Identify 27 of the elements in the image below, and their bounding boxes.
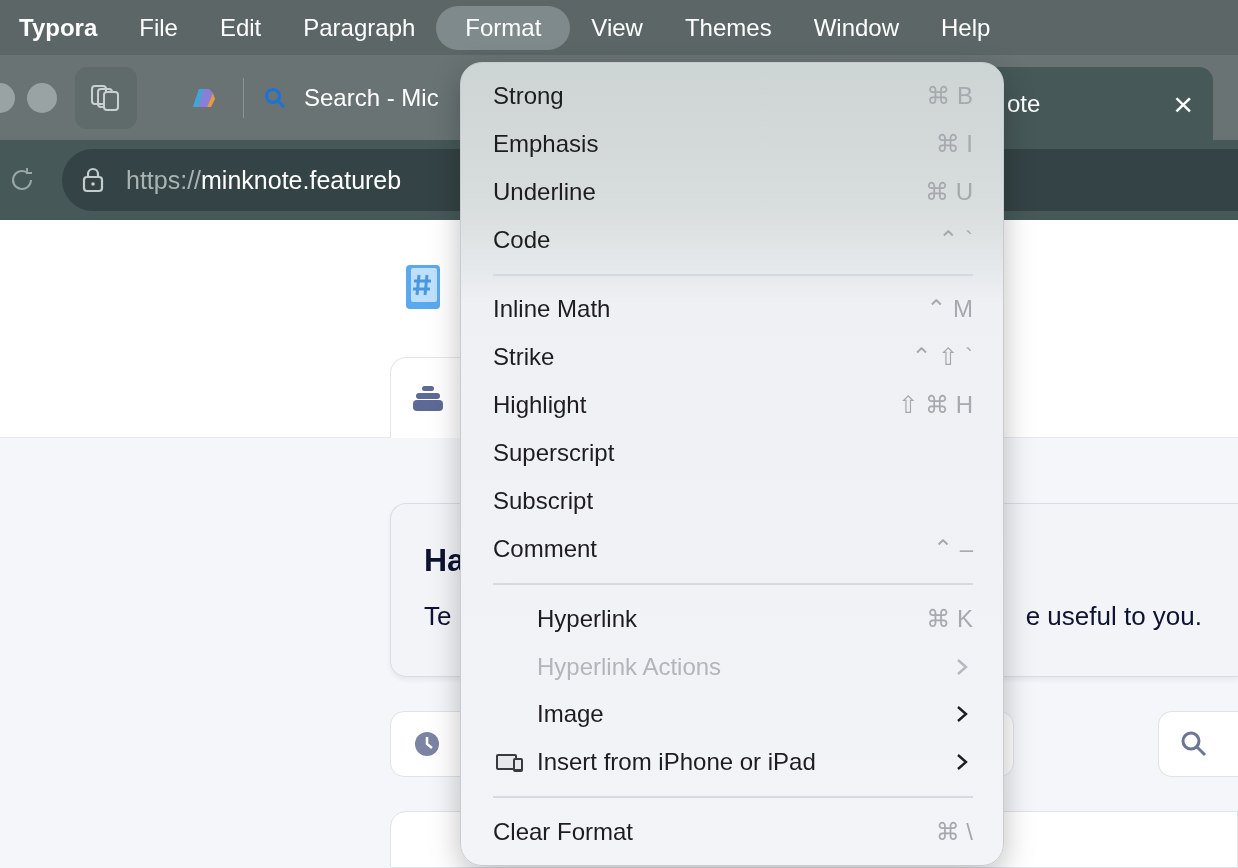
menu-item-label: Image bbox=[537, 700, 604, 729]
card-text: Te bbox=[424, 601, 452, 632]
card-text: e useful to you. bbox=[1025, 601, 1202, 632]
menu-item-label: Comment bbox=[493, 534, 598, 563]
menu-item-label: Hyperlink Actions bbox=[537, 652, 722, 681]
menu-item-label: Insert from iPhone or iPad bbox=[537, 748, 816, 777]
tab-title: Search - Mic bbox=[304, 83, 439, 112]
shortcut-text: ⌃ M bbox=[926, 295, 973, 324]
shortcut-text: ⌘ \ bbox=[935, 818, 973, 847]
menu-item-label: Underline bbox=[493, 177, 596, 206]
shortcut-text: ⇧ ⌘ H bbox=[898, 391, 973, 420]
menu-item-label: Inline Math bbox=[493, 295, 611, 324]
tab-title: ote bbox=[1007, 89, 1041, 118]
menu-item-label: Clear Format bbox=[493, 818, 634, 847]
shortcut-text: ⌃ ` bbox=[938, 225, 973, 254]
menu-item-label: Superscript bbox=[493, 439, 615, 468]
menu-item-label: Emphasis bbox=[493, 129, 599, 158]
menu-item-label: Hyperlink bbox=[537, 604, 638, 633]
menu-item-label: Strong bbox=[493, 81, 564, 110]
shortcut-text: ⌃ ⇧ ` bbox=[911, 343, 973, 372]
menu-item-label: Code bbox=[493, 225, 551, 254]
menu-item-label: Subscript bbox=[493, 486, 594, 515]
menu-item-label: Strike bbox=[493, 343, 555, 372]
shortcut-text: ⌘ K bbox=[926, 604, 973, 633]
url-text: https://minknote.featureb bbox=[126, 165, 402, 195]
menu-item-label: Highlight bbox=[493, 391, 587, 420]
shortcut-text: ⌃ – bbox=[932, 534, 973, 563]
